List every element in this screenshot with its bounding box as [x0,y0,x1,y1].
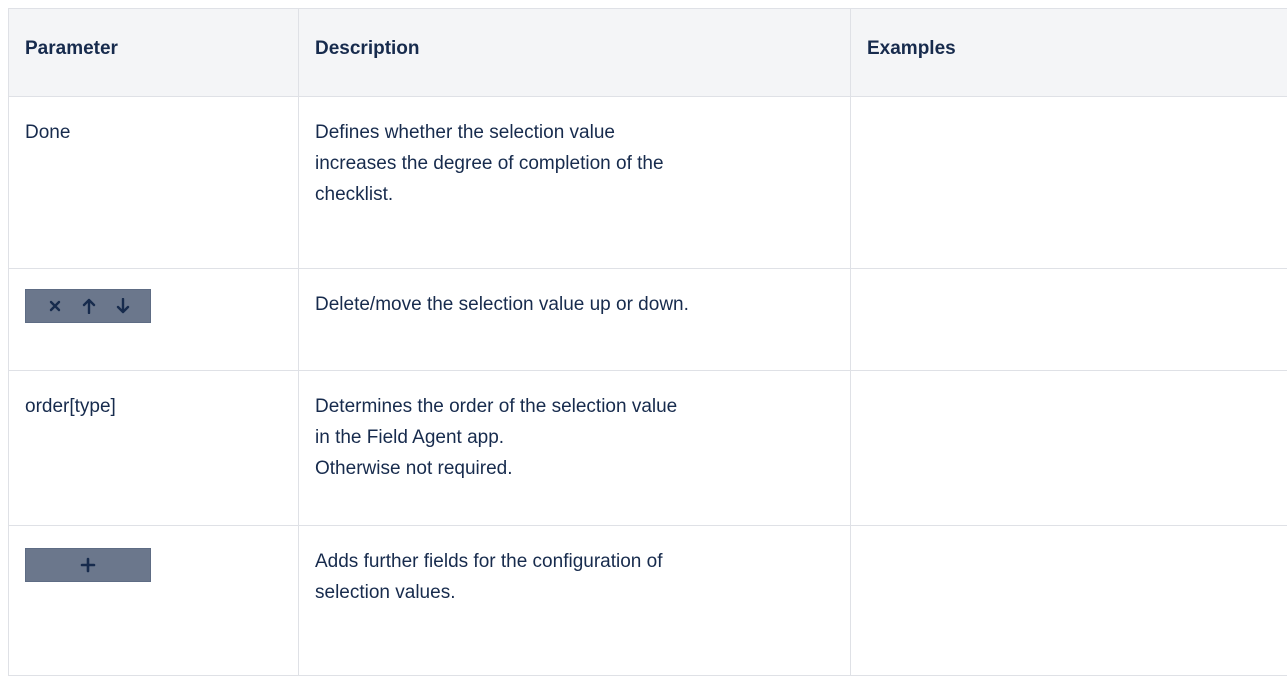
description-cell: Adds further fields for the configuratio… [299,526,851,676]
description-line: selection values. [315,577,830,608]
examples-cell [851,97,1287,269]
header-examples: Examples [851,9,1287,97]
examples-cell [851,269,1287,371]
description-line: Otherwise not required. [315,453,830,484]
parameter-table: Parameter Description Examples Done Defi… [8,8,1287,676]
table-row: Delete/move the selection value up or do… [9,269,1287,371]
examples-cell [851,526,1287,676]
row-action-buttons [25,289,151,323]
description-line: Defines whether the selection value [315,117,830,148]
table-header-row: Parameter Description Examples [9,9,1287,97]
description-cell: Delete/move the selection value up or do… [299,269,851,371]
table-row: Done Defines whether the selection value… [9,97,1287,269]
parameter-cell: order[type] [9,371,299,526]
description-cell: Determines the order of the selection va… [299,371,851,526]
add-field-button[interactable] [25,548,151,582]
description-line: Determines the order of the selection va… [315,391,830,422]
description-line: Adds further fields for the configuratio… [315,546,830,577]
description-cell: Defines whether the selection value incr… [299,97,851,269]
arrow-down-icon[interactable] [106,290,140,322]
header-description: Description [299,9,851,97]
parameter-cell [9,269,299,371]
examples-cell [851,371,1287,526]
arrow-up-icon[interactable] [72,290,106,322]
description-line: increases the degree of completion of th… [315,148,830,179]
table-row: Adds further fields for the configuratio… [9,526,1287,676]
parameter-cell [9,526,299,676]
description-line: in the Field Agent app. [315,422,830,453]
table-row: order[type] Determines the order of the … [9,371,1287,526]
parameter-cell: Done [9,97,299,269]
description-line: checklist. [315,179,830,210]
description-line: Delete/move the selection value up or do… [315,289,830,320]
plus-icon [71,549,105,581]
close-icon[interactable] [38,290,72,322]
header-parameter: Parameter [9,9,299,97]
